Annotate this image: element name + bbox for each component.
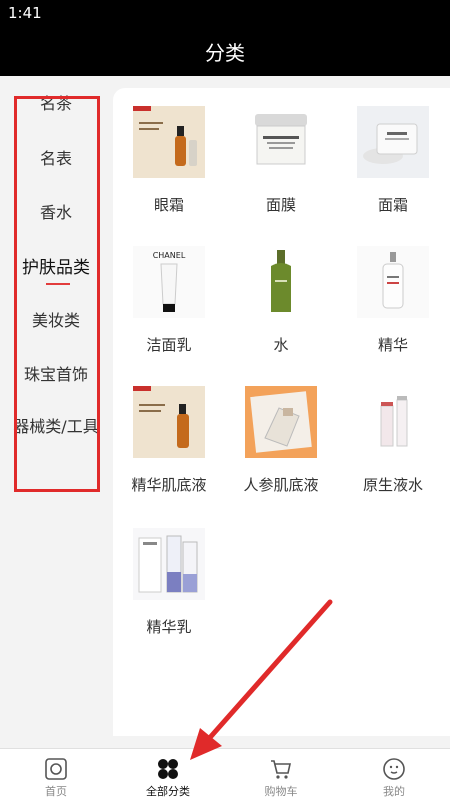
status-bar: 1:41: [0, 0, 450, 26]
sidebar-item-label: 珠宝首饰: [23, 365, 88, 384]
product-essence-lotion[interactable]: 精华乳: [119, 520, 219, 640]
product-essence-base[interactable]: 精华肌底液: [119, 378, 219, 498]
tab-label: 全部分类: [146, 785, 190, 798]
sidebar-item-label: 香水: [39, 203, 72, 222]
product-image: [133, 528, 205, 600]
tab-all-categories[interactable]: 全部分类: [112, 749, 224, 801]
sidebar-item-label: 名表: [39, 149, 72, 168]
product-label: 原生液水: [362, 476, 423, 494]
sidebar-item-makeup[interactable]: 美妆类: [0, 299, 112, 339]
sidebar-item-watches[interactable]: 名表: [0, 137, 112, 177]
product-face-cream[interactable]: 面霜: [343, 98, 443, 218]
sidebar-item-perfume[interactable]: 香水: [0, 191, 112, 231]
product-cleanser[interactable]: CHANEL 洁面乳: [119, 238, 219, 358]
product-image: [245, 246, 317, 318]
product-image: CHANEL: [133, 246, 205, 318]
product-label: 人参肌底液: [243, 476, 319, 494]
sidebar-item-skincare[interactable]: 护肤品类: [0, 245, 112, 285]
sidebar-item-label: 名茶: [39, 94, 72, 113]
product-original-liquid[interactable]: 原生液水: [343, 378, 443, 498]
product-ginseng-essence[interactable]: 人参肌底液: [231, 378, 331, 498]
sidebar-item-tea[interactable]: 名茶: [0, 82, 112, 122]
product-label: 眼霜: [153, 196, 184, 214]
status-time: 1:41: [8, 4, 42, 22]
bottom-tab-bar: 首页 全部分类 购物车 我的: [0, 748, 450, 801]
product-label: 精华肌底液: [131, 476, 207, 494]
sidebar-item-label: 护肤品类: [22, 257, 90, 278]
cart-icon: [271, 760, 291, 779]
product-image: [357, 246, 429, 318]
category-icon: [158, 759, 178, 779]
product-label: 洁面乳: [146, 336, 192, 354]
category-sidebar: 名茶 名表 香水 护肤品类 美妆类 珠宝首饰 器械类/工具: [0, 76, 112, 748]
sidebar-item-label: 美妆类: [31, 311, 80, 330]
product-label: 精华乳: [146, 618, 192, 636]
product-label: 精华: [377, 336, 408, 354]
active-indicator: [46, 283, 70, 285]
tab-label: 购物车: [264, 785, 298, 798]
product-image: [133, 106, 205, 178]
product-serum[interactable]: 精华: [343, 238, 443, 358]
home-icon: [45, 758, 67, 780]
product-image: [357, 106, 429, 178]
product-image: [133, 386, 205, 458]
product-eye-cream[interactable]: 眼霜: [119, 98, 219, 218]
sidebar-item-label: 器械类/工具: [13, 417, 99, 436]
tab-profile[interactable]: 我的: [338, 749, 450, 801]
sidebar-item-tools[interactable]: 器械类/工具: [0, 405, 112, 445]
product-toner[interactable]: 水: [231, 238, 331, 358]
page-title: 分类: [205, 40, 245, 65]
svg-text:CHANEL: CHANEL: [153, 251, 186, 260]
tab-cart[interactable]: 购物车: [225, 749, 337, 801]
sidebar-item-jewelry[interactable]: 珠宝首饰: [0, 353, 112, 393]
header: 分类: [0, 26, 450, 76]
product-panel: 眼霜 面膜 面霜 CHANEL 洁面乳 水 精华 精华肌底液 人参肌底液 原生液…: [113, 88, 450, 736]
tab-home[interactable]: 首页: [0, 749, 112, 801]
product-label: 面霜: [377, 196, 408, 214]
product-image: [245, 106, 317, 178]
tab-label: 我的: [383, 785, 405, 798]
product-label: 水: [273, 336, 289, 354]
tab-label: 首页: [45, 785, 67, 798]
product-image: [245, 386, 317, 458]
product-label: 面膜: [265, 196, 296, 214]
product-image: [357, 386, 429, 458]
product-face-mask[interactable]: 面膜: [231, 98, 331, 218]
profile-icon: [383, 758, 405, 780]
